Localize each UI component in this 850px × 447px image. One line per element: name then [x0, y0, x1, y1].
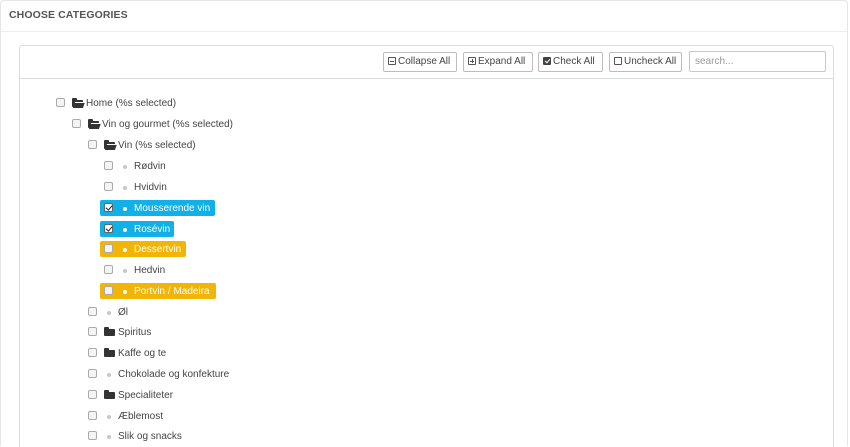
category-checkbox[interactable] — [104, 182, 113, 191]
category-checkbox[interactable] — [88, 327, 97, 336]
tree-node[interactable]: Portvin / Madeira — [1, 283, 831, 300]
folder-open-icon — [88, 119, 99, 128]
tree-node[interactable]: Rødvin — [1, 158, 831, 175]
category-checkbox[interactable] — [104, 265, 113, 274]
category-checkbox[interactable] — [88, 411, 97, 420]
dot-icon — [123, 290, 127, 294]
category-checkbox[interactable] — [104, 244, 113, 253]
expand-all-button[interactable]: Expand All — [463, 52, 533, 72]
dot-icon — [123, 248, 127, 252]
category-checkbox[interactable] — [72, 119, 81, 128]
expand-all-label: Expand All — [478, 56, 526, 67]
category-label[interactable]: Øl — [118, 304, 128, 321]
uncheck-all-button[interactable]: Uncheck All — [609, 52, 682, 72]
category-label[interactable]: Dessertvin — [134, 241, 181, 258]
category-label[interactable]: Kaffe og te — [118, 345, 166, 362]
empty-box-icon — [614, 57, 622, 65]
tree-node[interactable]: Slik og snacks — [1, 428, 831, 445]
checked-box-icon — [543, 57, 551, 65]
category-label[interactable]: Rosévin — [134, 221, 170, 238]
category-checkbox[interactable] — [104, 286, 113, 295]
dot-icon — [123, 228, 127, 232]
category-checkbox[interactable] — [56, 98, 65, 107]
category-label[interactable]: Hedvin — [134, 262, 165, 279]
category-label[interactable]: Rødvin — [134, 158, 166, 175]
tree-node[interactable]: Rosévin — [1, 221, 831, 238]
category-checkbox[interactable] — [104, 161, 113, 170]
dot-icon — [107, 415, 111, 419]
folder-icon — [104, 348, 115, 357]
collapse-icon — [388, 57, 396, 65]
folder-open-icon — [72, 98, 83, 107]
category-label[interactable]: Home (%s selected) — [86, 95, 176, 112]
category-label[interactable]: Slik og snacks — [118, 428, 182, 445]
collapse-all-label: Collapse All — [398, 56, 451, 67]
tree-node[interactable]: Hvidvin — [1, 179, 831, 196]
category-checkbox[interactable] — [88, 140, 97, 149]
check-all-button[interactable]: Check All — [538, 52, 603, 72]
category-checkbox[interactable] — [88, 307, 97, 316]
tree-node[interactable]: Æblemost — [1, 408, 831, 425]
category-label[interactable]: Vin (%s selected) — [118, 137, 196, 154]
dot-icon — [123, 207, 127, 211]
expand-icon — [468, 57, 476, 65]
category-checkbox[interactable] — [104, 203, 113, 212]
folder-open-icon — [104, 140, 115, 149]
tree-node[interactable]: Spiritus — [1, 324, 831, 341]
category-checkbox[interactable] — [88, 390, 97, 399]
category-label[interactable]: Vin og gourmet (%s selected) — [102, 116, 233, 133]
folder-icon — [104, 327, 115, 336]
category-label[interactable]: Mousserende vin — [134, 200, 210, 217]
collapse-all-button[interactable]: Collapse All — [383, 52, 457, 72]
dot-icon — [123, 186, 127, 190]
panel-title: CHOOSE CATEGORIES — [9, 9, 128, 21]
dot-icon — [107, 435, 111, 439]
search-input[interactable] — [689, 51, 826, 72]
tree-node[interactable]: Mousserende vin — [1, 200, 831, 217]
divider — [1, 31, 847, 32]
category-label[interactable]: Specialiteter — [118, 387, 173, 404]
category-label[interactable]: Æblemost — [118, 408, 163, 425]
category-label[interactable]: Hvidvin — [134, 179, 167, 196]
category-checkbox[interactable] — [88, 431, 97, 440]
tree-toolbar: Collapse All Expand All Check All Unchec… — [20, 46, 833, 79]
tree-node[interactable]: Dessertvin — [1, 241, 831, 258]
folder-icon — [104, 390, 115, 399]
dot-icon — [123, 165, 127, 169]
category-checkbox[interactable] — [104, 224, 113, 233]
tree-node[interactable]: Kaffe og te — [1, 345, 831, 362]
tree-node[interactable]: Specialiteter — [1, 387, 831, 404]
category-label[interactable]: Spiritus — [118, 324, 151, 341]
category-checkbox[interactable] — [88, 369, 97, 378]
uncheck-all-label: Uncheck All — [624, 56, 677, 67]
dot-icon — [107, 373, 111, 377]
tree-node[interactable]: Vin (%s selected) — [1, 137, 831, 154]
dot-icon — [123, 269, 127, 273]
tree-node[interactable]: Øl — [1, 304, 831, 321]
tree-node[interactable]: Vin og gourmet (%s selected) — [1, 116, 831, 133]
tree-node[interactable]: Home (%s selected) — [1, 95, 831, 112]
dot-icon — [107, 311, 111, 315]
category-checkbox[interactable] — [88, 348, 97, 357]
choose-categories-panel: CHOOSE CATEGORIES Collapse All Expand Al… — [0, 0, 848, 447]
tree-node[interactable]: Hedvin — [1, 262, 831, 279]
tree-node[interactable]: Chokolade og konfekture — [1, 366, 831, 383]
category-label[interactable]: Portvin / Madeira — [134, 283, 210, 300]
category-label[interactable]: Chokolade og konfekture — [118, 366, 229, 383]
check-all-label: Check All — [553, 56, 595, 67]
